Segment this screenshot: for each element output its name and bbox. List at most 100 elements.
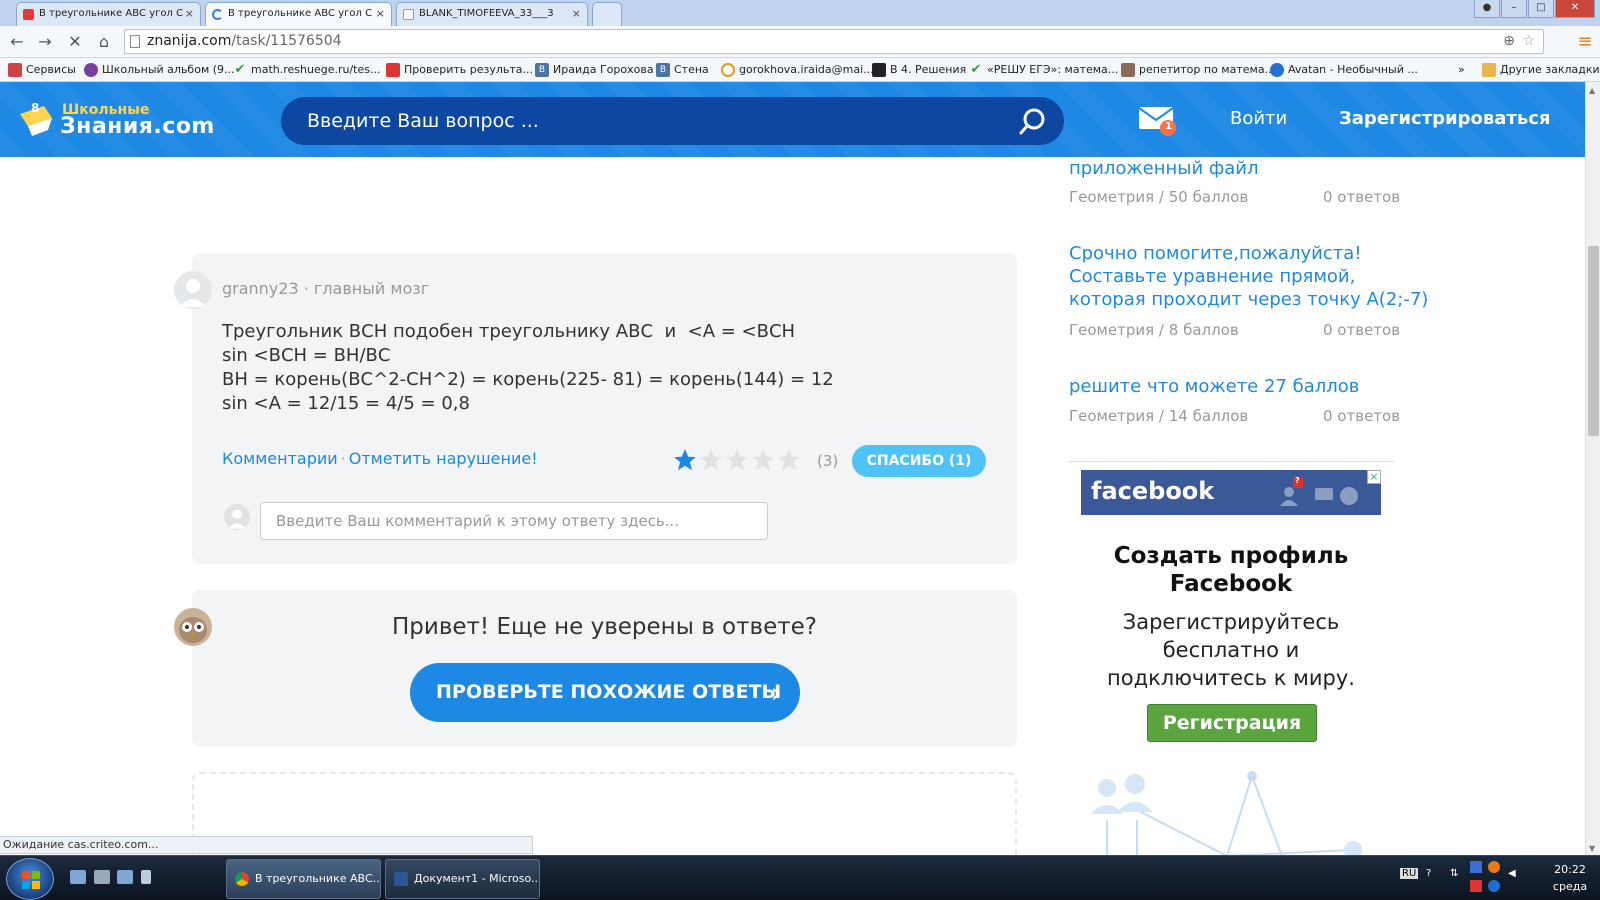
eye-icon [84,63,98,77]
facebook-ad[interactable]: facebook ? × Создать профиль Facebook За… [1081,470,1381,750]
question-link[interactable]: приложенный файл [1069,157,1259,180]
browser-status-bubble: Ожидание cas.criteo.com... [0,836,533,854]
network-icon[interactable]: ⇅ [1450,868,1458,879]
star-empty-icon[interactable] [698,447,724,473]
home-icon[interactable]: ⌂ [93,32,115,52]
bookmark-item[interactable]: Школьный альбом (9... [84,62,235,78]
start-button[interactable] [6,858,54,900]
tab-close-icon[interactable]: × [376,3,385,25]
search-bar[interactable]: Введите Ваш вопрос ... [281,97,1064,145]
comments-link[interactable]: Комментарии [222,449,338,468]
address-bar[interactable]: znanija.com/task/11576504 ⊕ ☆ [124,29,1544,54]
question-answers-count: 0 ответов [1323,407,1401,425]
bookmarks-overflow-chevron-icon[interactable]: » [1458,62,1465,78]
bookmarks-bar: Сервисы Школьный альбом (9... ✔ math.resh… [0,58,1600,82]
star-empty-icon[interactable] [750,447,776,473]
thanks-button[interactable]: СПАСИБО (1) [852,445,986,477]
answer-card: granny23 · главный мозг Треугольник ВСН … [174,253,1017,564]
avatan-icon [1270,63,1284,77]
word-icon [394,872,408,886]
zoom-icon[interactable]: ⊕ [1503,30,1515,53]
comment-avatar [224,504,250,530]
quicklaunch-icon[interactable] [94,870,110,884]
other-bookmarks-folder[interactable]: Другие закладки [1482,62,1600,78]
register-link[interactable]: Зарегистрироваться [1339,108,1550,129]
taskbar-item-word[interactable]: Документ1 - Microso... [385,859,540,899]
ad-close-icon[interactable]: × [1367,470,1381,484]
rating-count: (3) [817,452,839,470]
quicklaunch-icon[interactable] [117,870,133,884]
star-empty-icon[interactable] [724,447,750,473]
ad-title: Создать профиль Facebook [1113,543,1349,597]
button-label: ПРОВЕРЬТЕ ПОХОЖИЕ ОТВЕТЫ [436,681,782,703]
tray-app-icon[interactable] [1488,861,1500,873]
question-answers-count: 0 ответов [1323,321,1401,339]
comment-input[interactable]: Введите Ваш комментарий к этому ответу з… [260,502,768,540]
skype-icon[interactable] [1488,880,1500,892]
antivirus-icon[interactable] [1470,880,1482,892]
site-logo[interactable]: 8 Школьные Знания.com [14,96,214,142]
language-indicator[interactable]: RU [1400,868,1419,879]
back-arrow-icon[interactable]: ← [6,32,28,52]
bookmark-item[interactable]: gorokhova.iraida@mai... [721,62,874,78]
browser-tab[interactable]: В треугольнике АВС угол С × [16,2,201,26]
bookmark-item[interactable]: В Стена [656,62,709,78]
report-abuse-link[interactable]: Отметить нарушение! [349,449,538,468]
bookmark-item[interactable]: Avatan - Необычный ... [1270,62,1418,78]
author-name[interactable]: granny23 [222,279,299,298]
scroll-up-arrow-icon[interactable]: ▲ [1589,86,1595,95]
help-icon[interactable]: ? [1426,868,1431,879]
vk-icon: В [535,63,549,77]
user-profile-icon[interactable]: ● [1474,0,1500,18]
bookmark-star-icon[interactable]: ☆ [1522,30,1535,53]
messages-button[interactable]: 1 [1138,104,1176,136]
bookmark-item[interactable]: Проверить результа... [386,62,533,78]
default-user-icon [228,509,246,529]
avatar[interactable] [174,271,212,309]
forward-arrow-icon[interactable]: → [34,32,56,52]
ad-header-bar: facebook ? [1081,470,1381,515]
star-filled-icon[interactable] [672,447,698,473]
scroll-down-arrow-icon[interactable]: ▼ [1589,844,1595,853]
answer-line: sin <A = 12/15 = 4/5 = 0,8 [222,393,470,414]
minimize-icon[interactable]: – [1501,0,1527,18]
check-similar-answers-button[interactable]: ПРОВЕРЬТЕ ПОХОЖИЕ ОТВЕТЫ › [410,663,800,722]
ad-register-button[interactable]: Регистрация [1147,704,1317,742]
browser-tab-active[interactable]: В треугольнике АВС угол С × [205,2,392,26]
maximize-icon[interactable]: □ [1528,0,1554,18]
page-scrollbar[interactable]: ▲ ▼ [1585,82,1600,855]
prompt-title: Привет! Еще не уверены в ответе? [391,614,817,640]
mail-badge: 1 [1165,121,1172,132]
bookmark-item[interactable]: ✔ «РЕШУ ЕГЭ»: матема... [969,62,1119,78]
question-link[interactable]: Срочно помогите,пожалуйста! Составьте ур… [1069,242,1428,311]
svg-text:8: 8 [31,101,39,115]
tab-title: В треугольнике АВС угол С [228,8,373,19]
answer-body: Треугольник ВСН подобен треугольнику АВС… [222,320,834,416]
chrome-icon [235,872,249,886]
stop-loading-icon[interactable]: ✕ [64,32,86,52]
tab-close-icon[interactable]: × [572,3,581,25]
close-window-icon[interactable]: ✕ [1555,0,1595,18]
login-link[interactable]: Войти [1230,108,1287,129]
bookmark-item[interactable]: репетитор по матема... [1121,62,1275,78]
scrollbar-thumb[interactable] [1588,246,1599,436]
taskbar-item-chrome[interactable]: В треугольнике АВС... [226,859,381,899]
volume-icon[interactable]: ◀ [1508,868,1516,879]
system-clock[interactable]: 20:22 среда [1545,861,1595,895]
bookmark-item[interactable]: В Ираида Горохова [535,62,654,78]
quicklaunch-icon[interactable] [141,870,151,884]
browser-tab[interactable]: BLANK_TIMOFEEVA_33___3 × [396,2,588,26]
tab-close-icon[interactable]: × [185,3,194,25]
star-empty-icon[interactable] [776,447,802,473]
bookmark-item[interactable]: В 4. Решения [872,62,966,78]
show-desktop-icon[interactable] [70,870,86,884]
bookmark-apps[interactable]: Сервисы [8,62,76,78]
bookmark-item[interactable]: ✔ math.reshuege.ru/tes... [233,62,381,78]
rating-stars[interactable] [672,447,802,473]
menu-icon[interactable]: ≡ [1574,32,1596,52]
search-icon[interactable] [1018,107,1048,137]
new-tab-button[interactable] [592,2,622,26]
search-input[interactable]: Введите Ваш вопрос ... [307,110,539,132]
tray-app-icon[interactable] [1470,861,1482,873]
question-link[interactable]: решите что можете 27 баллов [1069,375,1359,398]
